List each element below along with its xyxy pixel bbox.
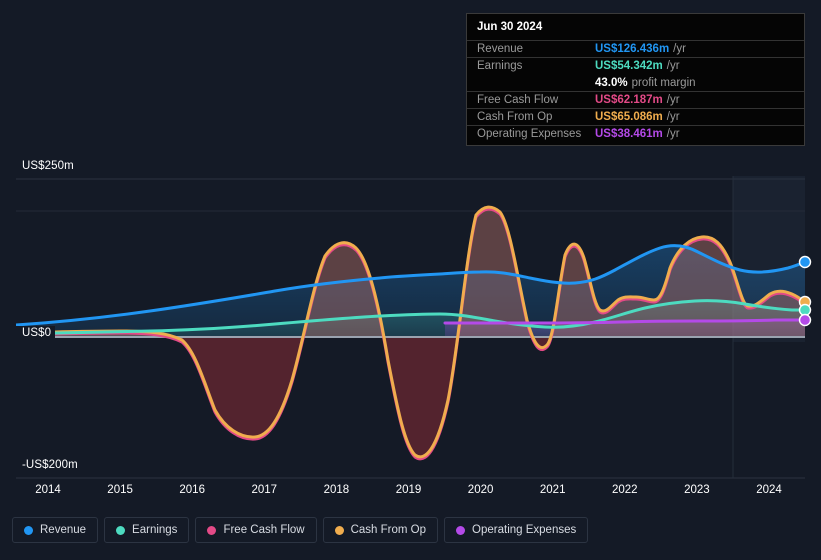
tooltip-row-unit: /yr — [666, 60, 680, 72]
x-tick-2024: 2024 — [756, 484, 782, 496]
x-tick-2022: 2022 — [612, 484, 638, 496]
tooltip-row-unit: /yr — [673, 43, 686, 55]
legend-color-dot-icon — [456, 525, 466, 535]
y-axis-zero-label: US$0 — [14, 326, 56, 340]
tooltip-date: Jun 30 2024 — [477, 21, 543, 33]
data-tooltip: Jun 30 2024 Revenue US$126.436m/yr Earning… — [466, 13, 805, 146]
tooltip-row-label: Earnings — [477, 60, 523, 72]
x-tick-2017: 2017 — [251, 484, 278, 496]
tooltip-row-label: Free Cash Flow — [477, 94, 559, 106]
tooltip-row-value: US$62.187m — [595, 94, 663, 106]
tooltip-profit-margin-value: 43.0% — [595, 76, 628, 89]
legend-item-label: Revenue — [40, 524, 87, 536]
chart-legend[interactable]: Revenue Earnings Free Cash Flow Cash From O… — [12, 517, 589, 543]
tooltip-row-value: US$65.086m — [595, 111, 663, 123]
legend-item-revenue[interactable]: Revenue — [12, 517, 99, 543]
legend-item-label: Cash From Op — [350, 524, 427, 536]
x-tick-2023: 2023 — [684, 484, 710, 496]
x-tick-2019: 2019 — [395, 484, 422, 496]
tooltip-row-free-cash-flow: Free Cash Flow US$62.187m/yr — [467, 91, 804, 108]
y-axis-top-label: US$250m — [14, 159, 78, 173]
tooltip-profit-margin-row: 43.0% profit margin — [467, 74, 804, 91]
tooltip-row-value: US$38.461m — [595, 128, 663, 140]
legend-color-dot-icon — [334, 525, 344, 535]
tooltip-row-unit: /yr — [666, 111, 680, 123]
tooltip-row-value: US$126.436m — [595, 43, 670, 55]
tooltip-rows: Revenue US$126.436m/yr Earnings US$54.342m /… — [467, 40, 804, 142]
revenue-end-dot[interactable] — [798, 255, 812, 269]
x-tick-2016: 2016 — [179, 484, 205, 496]
operating-expenses-end-dot[interactable] — [798, 313, 812, 327]
legend-color-dot-icon — [207, 525, 217, 535]
y-axis-bottom-label: -US$200m — [14, 458, 82, 472]
tooltip-row-value: US$54.342m — [595, 60, 663, 72]
x-tick-2014: 2014 — [35, 484, 61, 496]
tooltip-row-revenue: Revenue US$126.436m/yr — [467, 40, 804, 57]
tooltip-row-operating-expenses: Operating Expenses US$38.461m/yr — [467, 125, 804, 142]
tooltip-row-label: Cash From Op — [477, 111, 553, 123]
legend-color-dot-icon — [24, 525, 33, 535]
legend-item-label: Free Cash Flow — [223, 524, 305, 536]
tooltip-row-earnings: Earnings US$54.342m/yr — [467, 57, 804, 74]
legend-item-label: Operating Expenses — [472, 524, 577, 536]
tooltip-row-unit: /yr — [666, 94, 680, 106]
x-tick-2015: 2015 — [107, 484, 133, 496]
x-tick-2021: 2021 — [539, 484, 566, 496]
tooltip-profit-margin-text: profit margin — [631, 76, 696, 89]
x-tick-2020: 2020 — [467, 484, 494, 496]
legend-item-operating-expenses[interactable]: Operating Expenses — [444, 517, 589, 543]
legend-item-earnings[interactable]: Earnings — [104, 517, 190, 543]
legend-item-label: Earnings — [132, 524, 178, 536]
x-tick-2018: 2018 — [323, 484, 350, 496]
tooltip-row-cash-from-op: Cash From Op US$65.086m/yr — [467, 108, 804, 125]
tooltip-row-label: Revenue — [477, 43, 524, 55]
legend-item-cash-from-op[interactable]: Cash From Op — [322, 517, 439, 543]
financial-chart-widget: US$250m US$0 -US$200m 2014 2015 2016 2017 20… — [0, 0, 821, 560]
tooltip-row-unit: /yr — [666, 128, 680, 140]
tooltip-row-label: Operating Expenses — [477, 128, 582, 140]
legend-color-dot-icon — [116, 525, 126, 535]
legend-item-free-cash-flow[interactable]: Free Cash Flow — [195, 517, 317, 543]
